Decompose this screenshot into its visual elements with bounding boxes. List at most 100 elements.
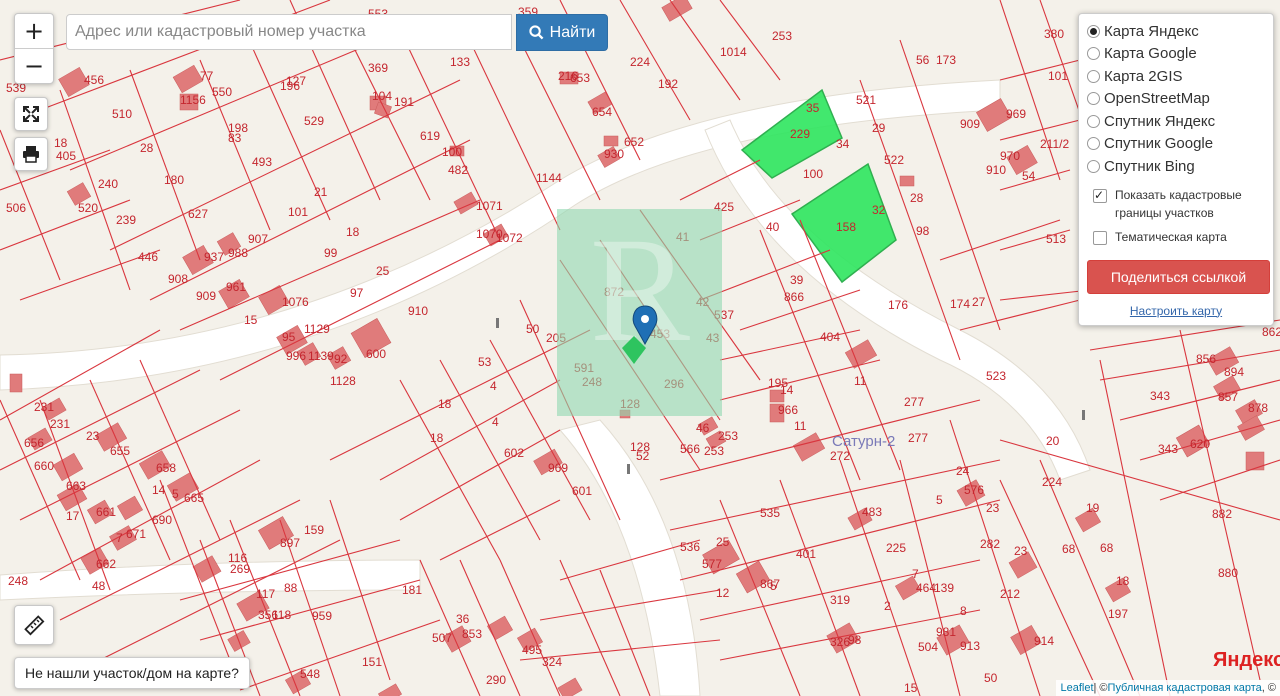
parcel-number: 231 <box>50 417 70 431</box>
parcel-number: 882 <box>1212 507 1232 521</box>
parcel-number: 12 <box>716 586 730 600</box>
parcel-number: 192 <box>658 77 678 91</box>
parcel-number: 908 <box>168 272 188 286</box>
parcel-number: 92 <box>334 352 348 366</box>
parcel-number: 36 <box>456 612 470 626</box>
layer-option[interactable]: Карта Яндекс <box>1087 20 1265 43</box>
layer-option[interactable]: Спутник Bing <box>1087 155 1265 178</box>
parcel-number: 176 <box>888 298 908 312</box>
layer-radio[interactable] <box>1087 24 1100 38</box>
parcel-number: 101 <box>1048 69 1068 83</box>
parcel-number: 211/2 <box>1040 137 1069 151</box>
parcel-number: 277 <box>908 431 928 445</box>
parcel-number: 83 <box>228 131 242 145</box>
parcel-number: 601 <box>572 484 592 498</box>
parcel-number: 46 <box>696 421 710 435</box>
parcel-number: 253 <box>718 429 738 443</box>
parcel-number: 535 <box>760 506 780 520</box>
parcel-number: 25 <box>716 535 730 549</box>
thematic-checkbox[interactable] <box>1093 230 1107 245</box>
fullscreen-button[interactable] <box>14 97 48 131</box>
layer-option[interactable]: Спутник Google <box>1087 133 1265 156</box>
parcel-number: 277 <box>904 395 924 409</box>
parcel-number: 101 <box>288 205 308 219</box>
parcel-number: 25 <box>376 264 390 278</box>
parcel-number: 23 <box>986 501 1000 515</box>
parcel-number: 1129 <box>304 322 330 336</box>
show-cadastral-toggle[interactable]: Показать кадастровые границы участков <box>1087 186 1265 222</box>
parcel-number: 231 <box>34 400 54 414</box>
parcel-number: 1071 <box>476 199 503 213</box>
poi-tower-icon <box>627 464 630 474</box>
parcel-number: 151 <box>362 655 382 669</box>
print-button[interactable] <box>14 137 48 171</box>
measure-button[interactable] <box>14 605 54 645</box>
parcel-number: 897 <box>280 536 300 550</box>
parcel-number: 600 <box>366 347 386 361</box>
layer-option-label: Спутник Bing <box>1104 157 1195 175</box>
parcel-number: 27 <box>972 295 986 309</box>
parcel-number: 224 <box>630 55 650 69</box>
parcel-number: 7 <box>116 531 123 545</box>
parcel-number: 139 <box>934 581 954 595</box>
parcel-number: 18 <box>1116 574 1130 588</box>
layer-option[interactable]: OpenStreetMap <box>1087 88 1265 111</box>
parcel-number: 225 <box>886 541 906 555</box>
parcel-number: 7 <box>912 567 919 581</box>
parcel-number: 35 <box>806 101 820 115</box>
parcel-number: 68 <box>1062 542 1076 556</box>
parcel-number: 18 <box>430 431 444 445</box>
layer-option[interactable]: Карта 2GIS <box>1087 65 1265 88</box>
parcel-number: 690 <box>152 513 172 527</box>
parcel-number: 18 <box>54 136 68 150</box>
thematic-toggle[interactable]: Тематическая карта <box>1087 228 1265 246</box>
layer-radio[interactable] <box>1087 69 1100 83</box>
parcel-number: 914 <box>1034 634 1054 648</box>
parcel-number: 282 <box>980 537 1000 551</box>
show-cadastral-checkbox[interactable] <box>1093 186 1107 204</box>
parcel-number: 343 <box>1150 389 1170 403</box>
configure-map-link[interactable]: Настроить карту <box>1087 304 1265 318</box>
parcel-number: 661 <box>96 505 116 519</box>
zoom-out-button[interactable]: − <box>15 48 53 83</box>
search-input[interactable] <box>66 14 512 50</box>
parcel-number: 173 <box>936 53 956 67</box>
parcel-number: 180 <box>164 173 184 187</box>
parcel-number: 53 <box>478 355 492 369</box>
leaflet-link[interactable]: Leaflet <box>1060 682 1093 694</box>
parcel-number: 482 <box>448 163 468 177</box>
share-link-button[interactable]: Поделиться ссылкой <box>1087 259 1270 294</box>
parcel-number: 290 <box>486 673 506 687</box>
parcel-number: 324 <box>542 655 562 669</box>
parcel-number: 98 <box>848 633 862 647</box>
parcel-number: 191 <box>394 95 414 109</box>
parcel-number: 619 <box>420 129 440 143</box>
layer-radio[interactable] <box>1087 47 1100 61</box>
parcel-number: 653 <box>570 71 590 85</box>
parcel-number: 910 <box>986 163 1006 177</box>
layer-radio[interactable] <box>1087 159 1100 173</box>
layer-option[interactable]: Карта Google <box>1087 43 1265 66</box>
parcel-number: 662 <box>96 557 116 571</box>
parcel-number: 969 <box>548 461 568 475</box>
parcel-number: 894 <box>1224 365 1244 379</box>
parcel-number: 620 <box>1190 437 1210 451</box>
attribution: Leaflet | © Публичная кадастровая карта … <box>1056 680 1280 696</box>
find-button[interactable]: Найти <box>516 14 608 51</box>
layer-radio[interactable] <box>1087 114 1100 128</box>
layer-option-label: Карта Google <box>1104 45 1197 63</box>
layer-radio[interactable] <box>1087 137 1100 151</box>
parcel-number: 1139 <box>308 349 334 363</box>
layer-option[interactable]: Спутник Яндекс <box>1087 110 1265 133</box>
marker-dot <box>641 315 649 323</box>
source-link[interactable]: Публичная кадастровая карта <box>1108 682 1262 694</box>
zoom-in-button[interactable]: + <box>15 14 53 48</box>
ruler-icon <box>24 615 45 636</box>
parcel-number: 866 <box>784 290 804 304</box>
parcel-number: 857 <box>1218 390 1238 404</box>
layer-radio[interactable] <box>1087 92 1100 106</box>
parcel-number: 961 <box>226 280 246 294</box>
not-found-button[interactable]: Не нашли участок/дом на карте? <box>14 657 250 689</box>
parcel-number: 862 <box>1262 325 1280 339</box>
layer-option-label: Карта Яндекс <box>1104 22 1199 40</box>
